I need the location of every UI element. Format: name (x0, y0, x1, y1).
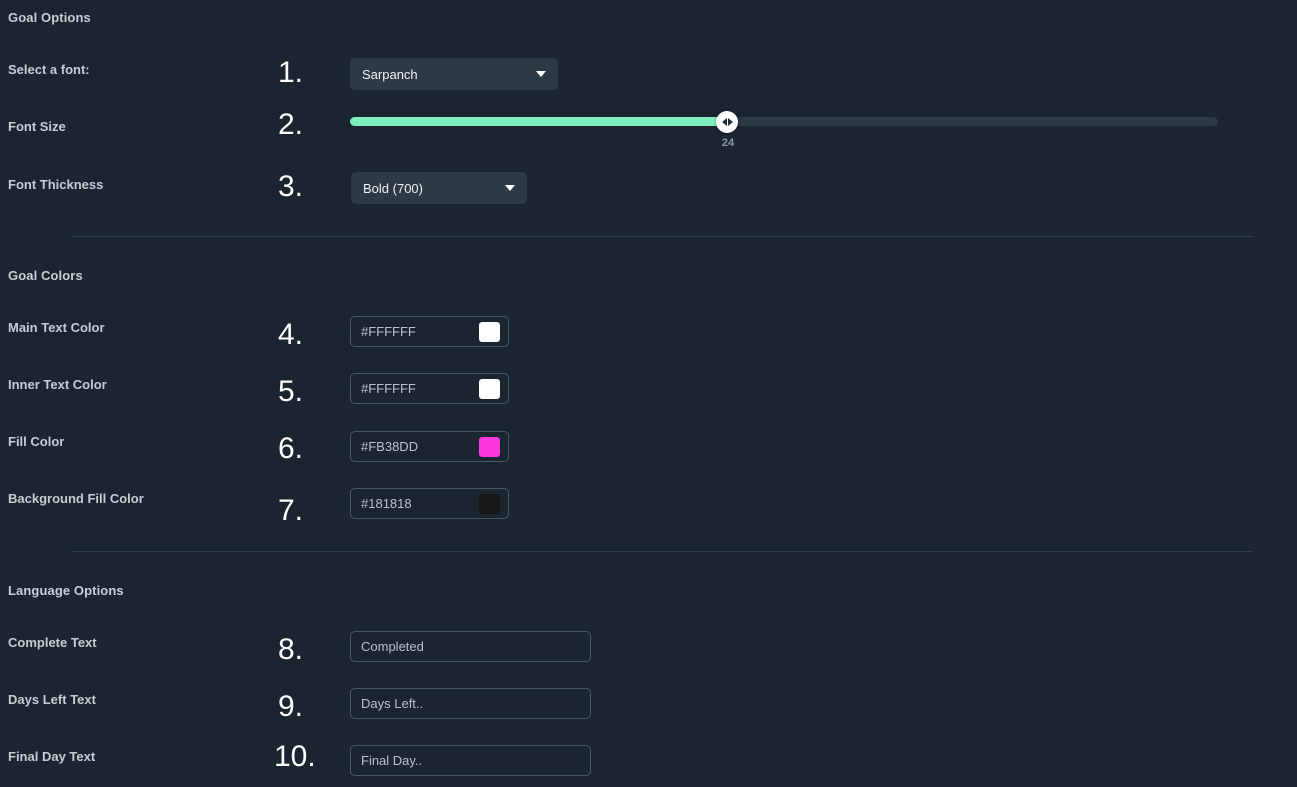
label-font-size: Font Size (8, 119, 66, 134)
background-fill-color-field[interactable]: #181818 (350, 488, 509, 519)
main-text-color-field[interactable]: #FFFFFF (350, 316, 509, 347)
label-background-fill-color: Background Fill Color (8, 491, 144, 506)
marker-4: 4. (278, 318, 304, 351)
arrow-right-icon (727, 118, 733, 126)
marker-8: 8. (278, 633, 304, 666)
section-title-goal-colors: Goal Colors (8, 268, 83, 283)
font-family-select[interactable]: Sarpanch (350, 58, 558, 90)
marker-10: 10. (274, 740, 316, 773)
divider-goal-colors (71, 551, 1253, 552)
main-text-color-swatch[interactable] (479, 321, 500, 342)
settings-panel: Goal Options Select a font: 1. Sarpanch … (0, 0, 1297, 787)
font-thickness-select-value: Bold (700) (363, 180, 423, 196)
label-days-left-text: Days Left Text (8, 692, 96, 707)
marker-9: 9. (278, 690, 304, 723)
section-title-language-options: Language Options (8, 583, 124, 598)
label-inner-text-color: Inner Text Color (8, 377, 107, 392)
marker-2: 2. (278, 108, 304, 141)
fill-color-field[interactable]: #FB38DD (350, 431, 509, 462)
days-left-text-input[interactable]: Days Left.. (350, 688, 591, 719)
divider-goal-options (71, 236, 1253, 237)
arrow-left-icon (721, 118, 727, 126)
font-size-slider[interactable] (350, 111, 1218, 133)
label-select-a-font: Select a font: (8, 62, 90, 77)
main-text-color-value: #FFFFFF (361, 324, 416, 339)
inner-text-color-field[interactable]: #FFFFFF (350, 373, 509, 404)
font-thickness-select[interactable]: Bold (700) (351, 172, 527, 204)
font-family-select-value: Sarpanch (362, 66, 418, 82)
chevron-down-icon (536, 71, 546, 77)
marker-6: 6. (278, 432, 304, 465)
complete-text-input[interactable]: Completed (350, 631, 591, 662)
marker-1: 1. (278, 56, 304, 89)
fill-color-swatch[interactable] (479, 436, 500, 457)
label-main-text-color: Main Text Color (8, 320, 105, 335)
marker-5: 5. (278, 375, 304, 408)
label-fill-color: Fill Color (8, 434, 65, 449)
final-day-text-input[interactable]: Final Day.. (350, 745, 591, 776)
inner-text-color-swatch[interactable] (479, 378, 500, 399)
label-final-day-text: Final Day Text (8, 749, 96, 764)
background-fill-color-swatch[interactable] (479, 493, 500, 514)
fill-color-value: #FB38DD (361, 439, 419, 454)
section-title-goal-options: Goal Options (8, 10, 91, 25)
days-left-text-value: Days Left.. (361, 696, 424, 711)
font-size-slider-thumb[interactable] (716, 111, 738, 133)
label-complete-text: Complete Text (8, 635, 97, 650)
chevron-down-icon (505, 185, 515, 191)
complete-text-value: Completed (361, 639, 424, 654)
marker-7: 7. (278, 494, 304, 527)
background-fill-color-value: #181818 (361, 496, 412, 511)
label-font-thickness: Font Thickness (8, 177, 104, 192)
font-size-slider-fill (350, 117, 727, 126)
marker-3: 3. (278, 170, 304, 203)
final-day-text-value: Final Day.. (361, 753, 423, 768)
font-size-value: 24 (721, 137, 735, 149)
inner-text-color-value: #FFFFFF (361, 381, 416, 396)
